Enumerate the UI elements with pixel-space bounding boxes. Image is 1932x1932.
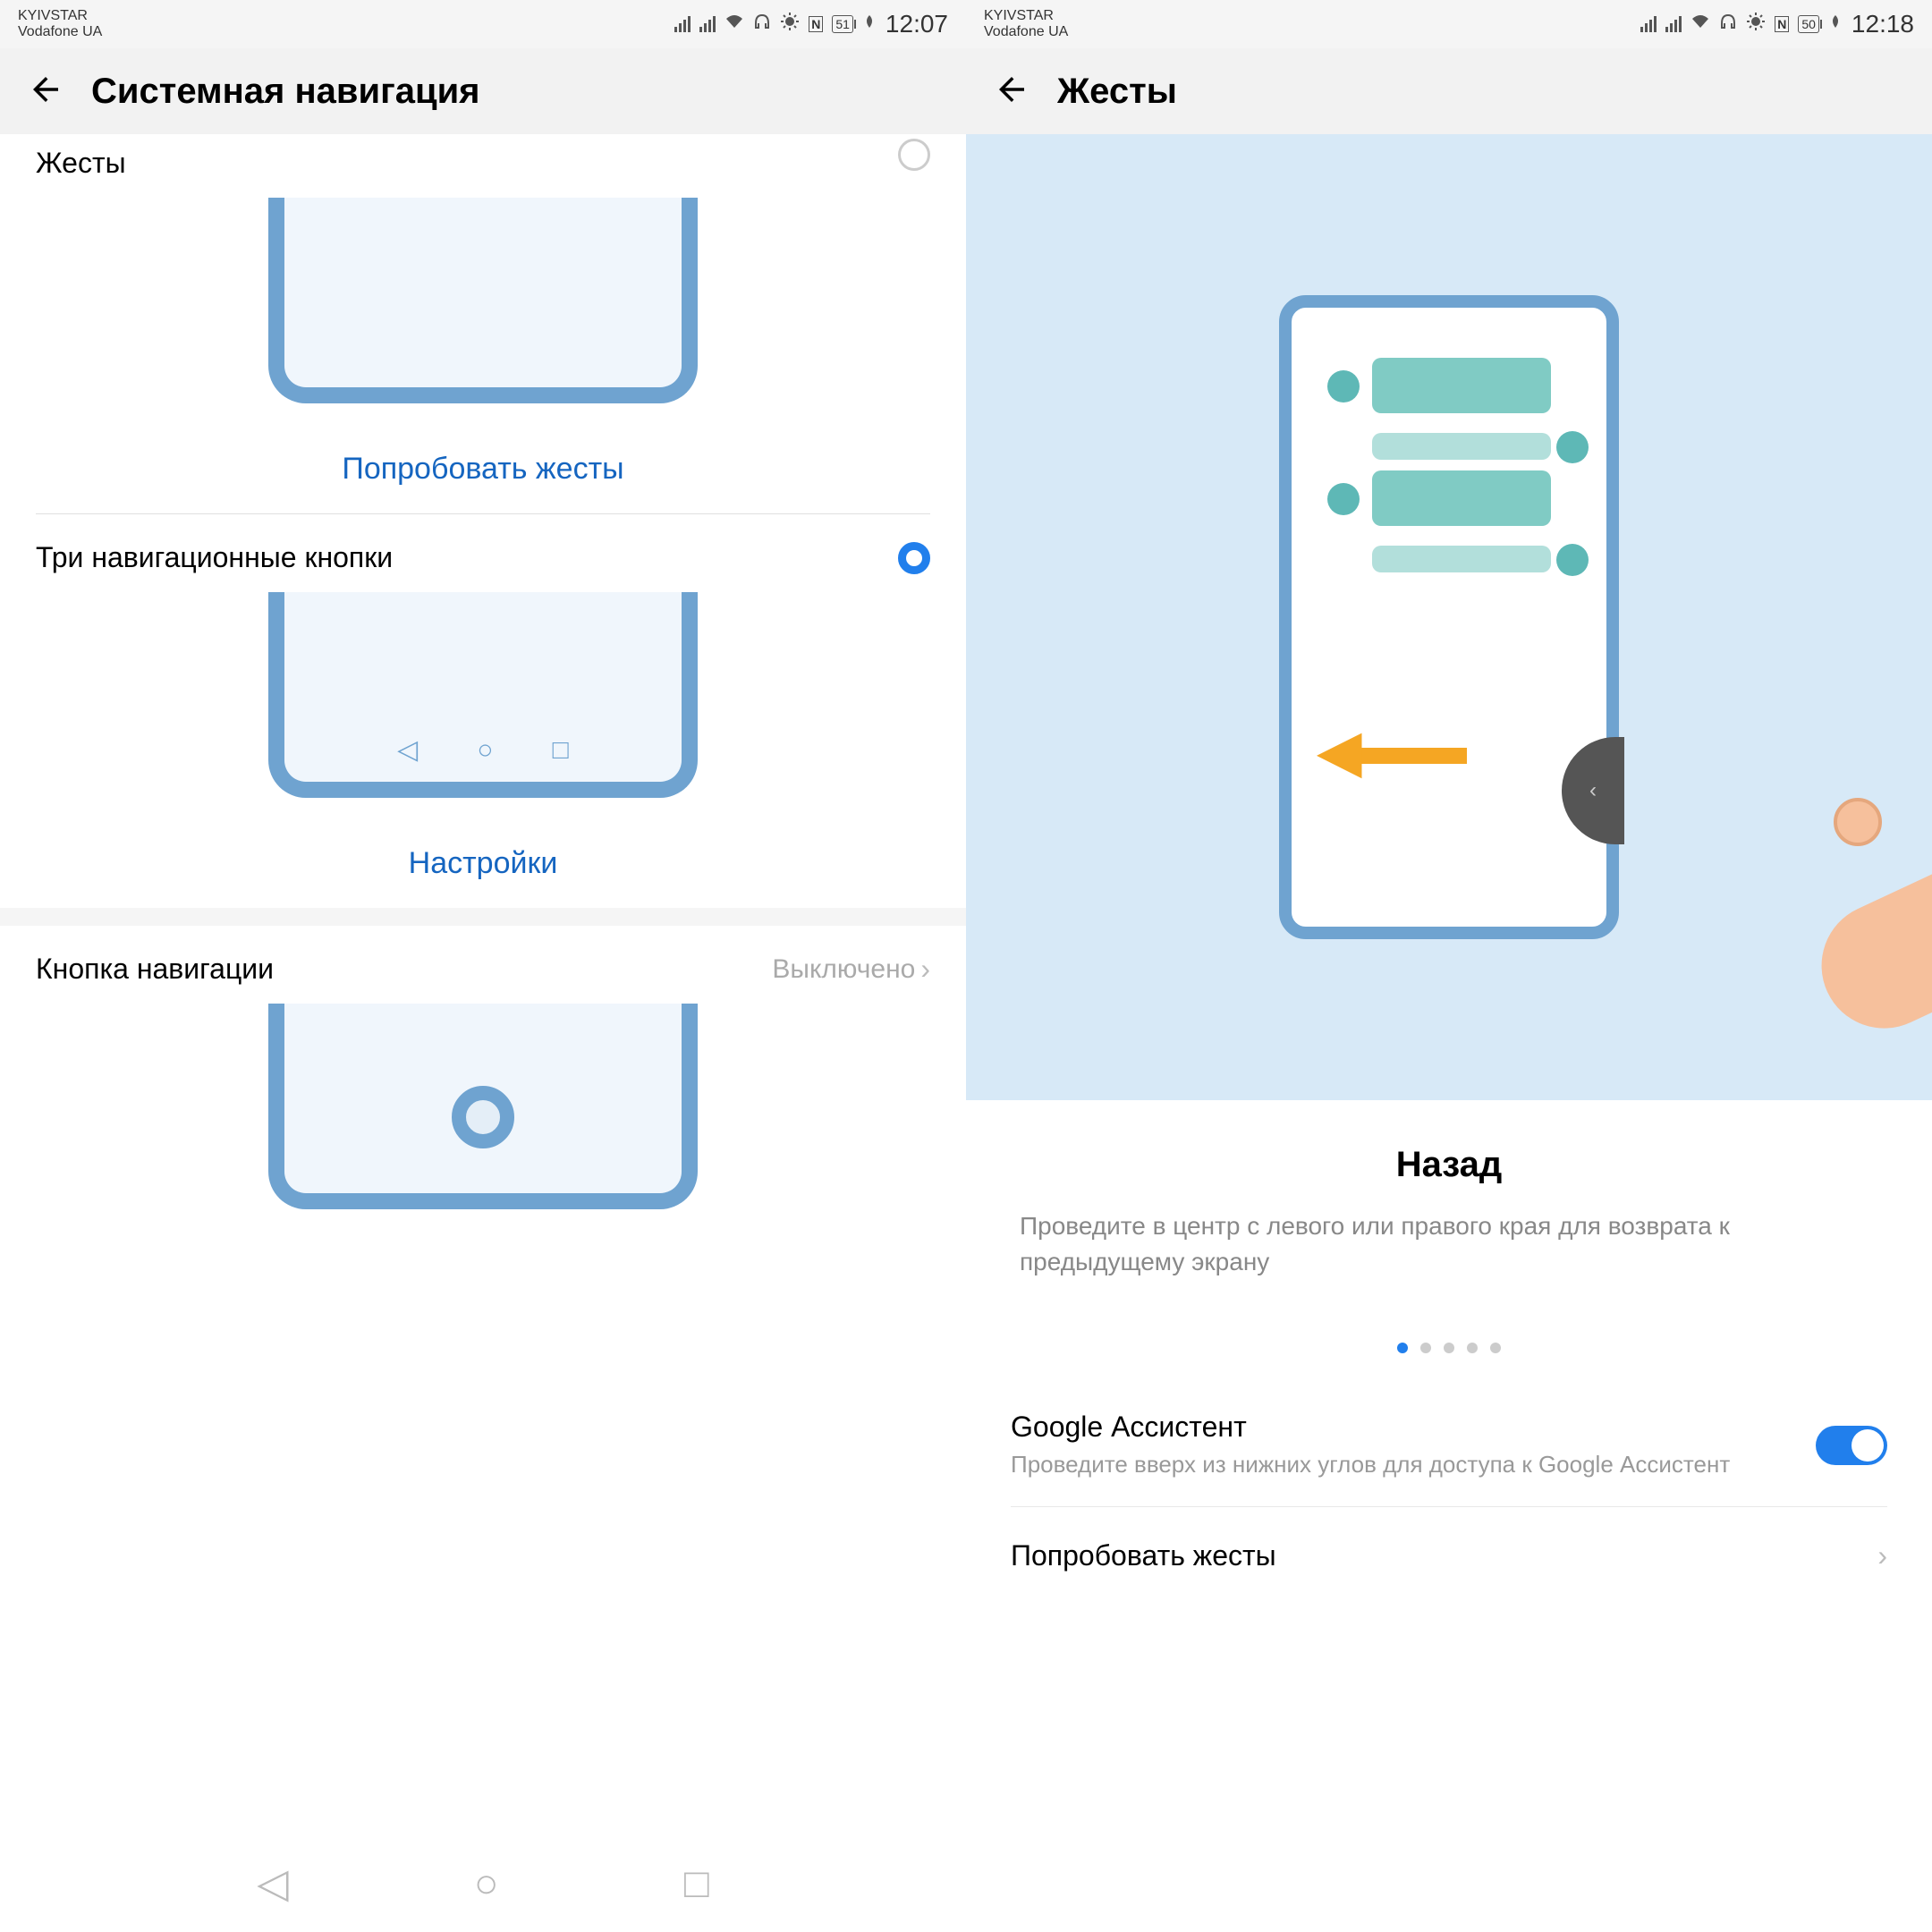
back-icon[interactable] bbox=[27, 71, 64, 113]
time-label: 12:18 bbox=[1852, 10, 1914, 38]
try-gestures-link[interactable]: Попробовать жесты bbox=[0, 412, 966, 513]
wifi-icon bbox=[724, 13, 744, 35]
option-gestures[interactable]: Жесты bbox=[0, 134, 966, 189]
dot-active bbox=[1397, 1343, 1408, 1353]
nfc-icon: N bbox=[1775, 16, 1789, 32]
carrier-2: Vodafone UA bbox=[984, 24, 1068, 40]
toggle-on[interactable] bbox=[1816, 1426, 1887, 1465]
eye-comfort-icon bbox=[1746, 12, 1766, 37]
carrier-1: KYIVSTAR bbox=[18, 8, 102, 24]
gesture-title: Назад bbox=[1020, 1145, 1878, 1185]
headphone-icon bbox=[1719, 13, 1737, 36]
sys-back-icon[interactable]: ◁ bbox=[257, 1859, 288, 1907]
dot bbox=[1444, 1343, 1454, 1353]
system-nav-bar: ◁ ○ □ bbox=[0, 1834, 966, 1932]
app-header: Жесты bbox=[966, 48, 1932, 134]
sys-home-icon[interactable]: ○ bbox=[474, 1859, 499, 1907]
leaf-icon bbox=[1828, 13, 1843, 35]
carrier-2: Vodafone UA bbox=[18, 24, 102, 40]
signal-icon bbox=[699, 16, 716, 32]
finger-illustration bbox=[1717, 778, 1932, 1011]
status-bar: KYIVSTAR Vodafone UA N 51 12:07 bbox=[0, 0, 966, 48]
sys-recent-icon[interactable]: □ bbox=[684, 1859, 709, 1907]
google-assistant-setting[interactable]: Google Ассистент Проведите вверх из нижн… bbox=[966, 1389, 1932, 1501]
eye-comfort-icon bbox=[780, 12, 800, 37]
chevron-right-icon: › bbox=[1877, 1539, 1887, 1572]
option-three-buttons[interactable]: Три навигационные кнопки bbox=[0, 514, 966, 583]
three-button-illustration: ◁ ○ □ bbox=[0, 583, 966, 807]
option-nav-button[interactable]: Кнопка навигации Выключено › bbox=[0, 926, 966, 995]
section-gap bbox=[0, 908, 966, 926]
try-gestures-row[interactable]: Попробовать жесты › bbox=[966, 1513, 1932, 1599]
dot bbox=[1490, 1343, 1501, 1353]
page-title: Системная навигация bbox=[91, 72, 480, 112]
status-text: Выключено bbox=[772, 954, 915, 985]
leaf-icon bbox=[862, 13, 877, 35]
option-label: Жесты bbox=[36, 147, 126, 180]
page-title: Жесты bbox=[1057, 72, 1177, 112]
setting-title: Google Ассистент bbox=[1011, 1411, 1816, 1444]
chevron-right-icon: › bbox=[920, 953, 930, 986]
screen-gestures: KYIVSTAR Vodafone UA N 50 12:18 bbox=[966, 0, 1932, 1932]
back-icon[interactable] bbox=[993, 71, 1030, 113]
settings-link[interactable]: Настройки bbox=[0, 807, 966, 908]
arrow-left-icon: ◀ bbox=[1318, 718, 1361, 784]
gesture-info: Назад Проведите в центр с левого или пра… bbox=[966, 1100, 1932, 1307]
nav-back-icon: ◁ bbox=[397, 734, 418, 766]
option-label: Три навигационные кнопки bbox=[36, 541, 393, 574]
time-label: 12:07 bbox=[886, 10, 948, 38]
nav-circle-icon bbox=[452, 1086, 514, 1148]
gesture-illustration bbox=[0, 189, 966, 412]
signal-icon bbox=[1640, 16, 1657, 32]
dot bbox=[1420, 1343, 1431, 1353]
nav-home-icon: ○ bbox=[477, 735, 493, 766]
signal-icon bbox=[674, 16, 691, 32]
try-label: Попробовать жесты bbox=[1011, 1539, 1276, 1572]
gesture-description: Проведите в центр с левого или правого к… bbox=[1020, 1208, 1878, 1280]
setting-desc: Проведите вверх из нижних углов для дост… bbox=[1011, 1449, 1816, 1479]
option-label: Кнопка навигации bbox=[36, 953, 274, 986]
status-bar: KYIVSTAR Vodafone UA N 50 12:18 bbox=[966, 0, 1932, 48]
carrier-1: KYIVSTAR bbox=[984, 8, 1068, 24]
screen-system-navigation: KYIVSTAR Vodafone UA N 51 12:07 bbox=[0, 0, 966, 1932]
signal-icon bbox=[1665, 16, 1682, 32]
wifi-icon bbox=[1690, 13, 1710, 35]
nfc-icon: N bbox=[809, 16, 823, 32]
battery-icon: 50 bbox=[1798, 15, 1819, 33]
app-header: Системная навигация bbox=[0, 48, 966, 134]
nav-button-illustration bbox=[0, 995, 966, 1218]
nav-recent-icon: □ bbox=[553, 735, 569, 766]
radio-selected-icon[interactable] bbox=[898, 542, 930, 574]
radio-unselected-icon[interactable] bbox=[898, 139, 930, 171]
battery-icon: 51 bbox=[832, 15, 853, 33]
edge-indicator-icon: ‹ bbox=[1562, 737, 1624, 844]
gesture-tutorial-illustration: ‹ ◀ bbox=[966, 134, 1932, 1100]
headphone-icon bbox=[753, 13, 771, 36]
divider bbox=[1011, 1506, 1887, 1507]
page-indicator[interactable] bbox=[966, 1307, 1932, 1389]
dot bbox=[1467, 1343, 1478, 1353]
